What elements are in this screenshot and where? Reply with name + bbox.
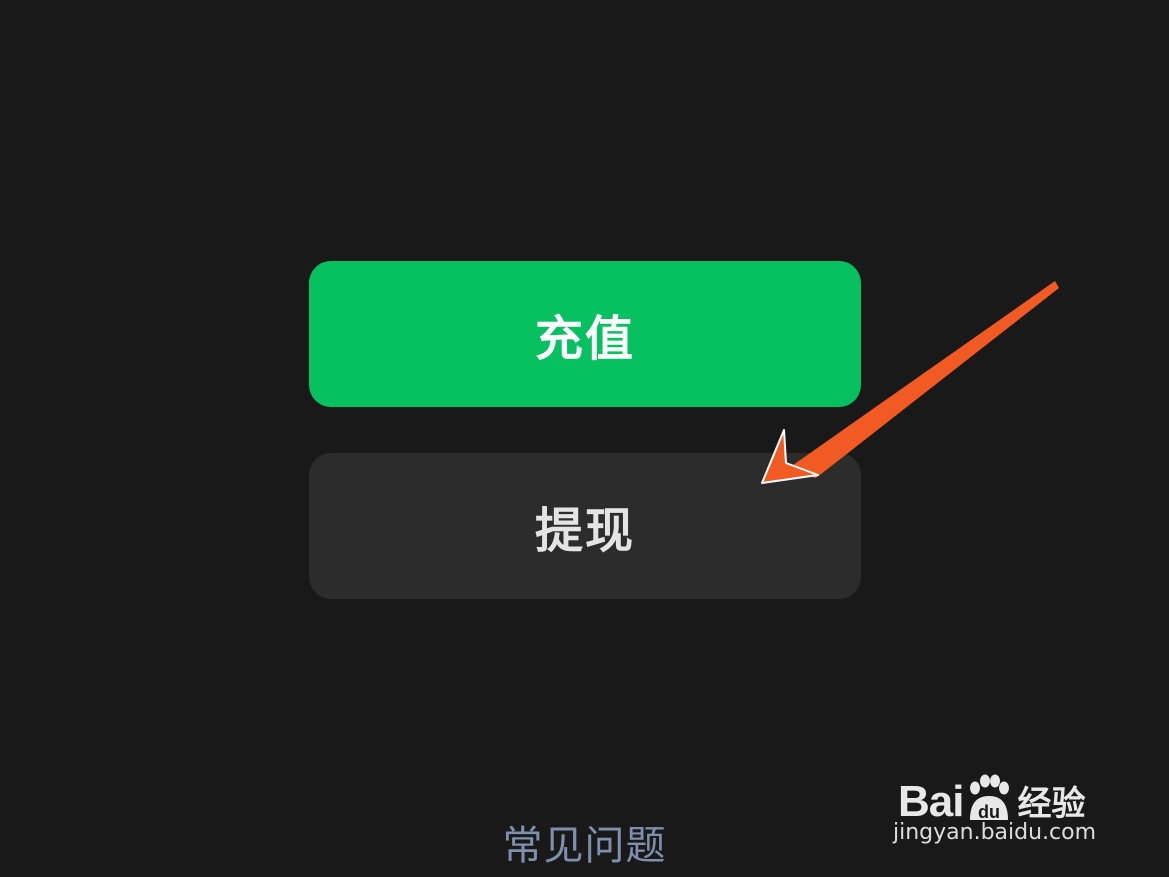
annotation-arrow-icon: [761, 281, 1059, 484]
paw-icon: du: [970, 774, 1010, 822]
recharge-button[interactable]: 充值: [309, 261, 861, 407]
watermark-url: jingyan.baidu.com: [893, 820, 1097, 845]
watermark-brand-paw: du: [978, 802, 1000, 822]
watermark-logo: Bai du 经验: [898, 774, 1085, 824]
withdraw-button[interactable]: 提现: [309, 453, 861, 599]
watermark-brand-prefix: Bai: [898, 777, 964, 826]
watermark: Bai du 经验 jingyan.baidu.com: [893, 748, 1113, 858]
watermark-brand-suffix: 经验: [1017, 785, 1086, 823]
